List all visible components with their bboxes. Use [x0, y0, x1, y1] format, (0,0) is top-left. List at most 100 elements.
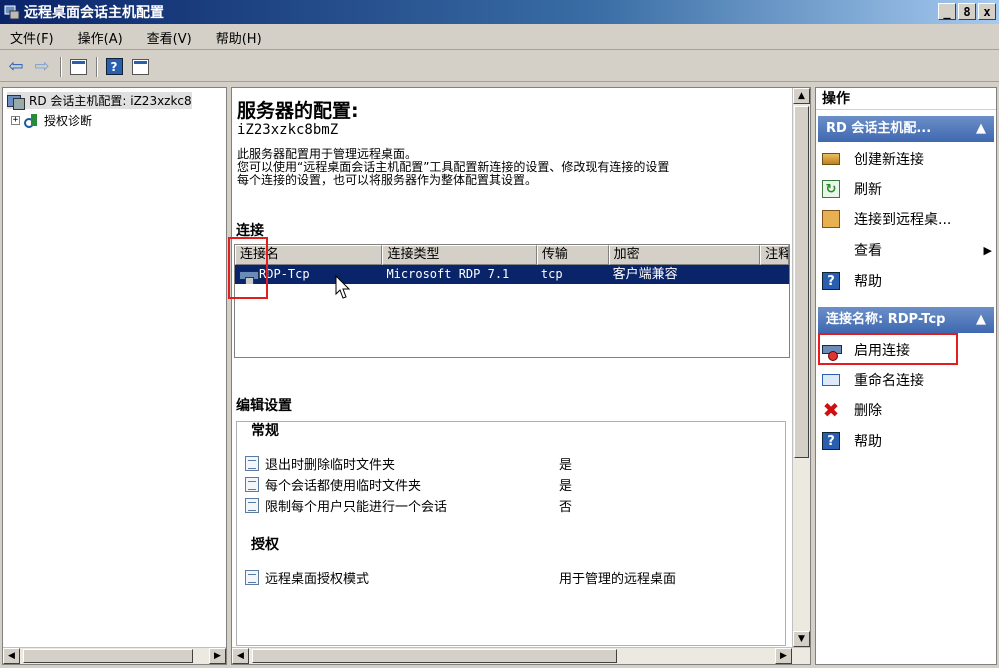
close-button[interactable]: x [978, 3, 996, 20]
setting-row[interactable]: 每个会话都使用临时文件夹 是 [245, 475, 765, 494]
menu-help[interactable]: 帮助(H) [212, 26, 266, 49]
action-label: 查看 [854, 243, 882, 259]
action-create-connection[interactable]: 创建新连接 [822, 149, 924, 169]
action-label: 重命名连接 [854, 373, 924, 389]
edit-settings-panel: 常规 退出时删除临时文件夹 是 每个会话都使用临时文件夹 是 限制每个用户只能进… [236, 421, 786, 646]
toolbar: ⇦ ⇨ ? [0, 52, 999, 82]
action-group-header-server[interactable]: RD 会话主机配... ▲ [818, 116, 994, 142]
console-tree-icon [69, 58, 87, 75]
action-pane-button[interactable] [128, 56, 152, 78]
forward-button[interactable]: ⇨ [30, 56, 54, 78]
setting-label: 退出时删除临时文件夹 [265, 458, 396, 473]
cell-type: Microsoft RDP 7.1 [386, 267, 510, 281]
server-icon [7, 93, 25, 110]
action-connect-remote[interactable]: 连接到远程桌... [822, 209, 951, 229]
menu-bar: 文件(F) 操作(A) 查看(V) 帮助(H) [0, 25, 999, 50]
mouse-cursor-icon [335, 275, 351, 299]
menu-action[interactable]: 操作(A) [74, 26, 127, 49]
cell-transport: tcp [540, 267, 563, 281]
action-view[interactable]: 查看 ▶ [822, 240, 992, 260]
menu-view[interactable]: 查看(V) [143, 26, 196, 49]
description-line: 每个连接的设置，也可以将服务器作为整体配置其设置。 [237, 173, 538, 187]
tree-root-node[interactable]: RD 会话主机配置: iZ23xzkc8 [7, 92, 192, 110]
action-rename-connection[interactable]: 重命名连接 [822, 370, 924, 390]
action-group-label: 连接名称: RDP-Tcp [826, 312, 946, 327]
action-help[interactable]: ? 帮助 [822, 271, 882, 291]
help-icon: ? [822, 272, 840, 290]
column-header-encryption[interactable]: 加密 [608, 245, 761, 265]
column-header-comment[interactable]: 注释 [760, 245, 789, 265]
scroll-thumb[interactable] [794, 106, 809, 458]
scroll-right-button[interactable]: ▶ [209, 648, 226, 664]
setting-row[interactable]: 限制每个用户只能进行一个会话 否 [245, 496, 765, 515]
help-icon: ? [105, 58, 123, 75]
setting-value: 用于管理的远程桌面 [559, 572, 677, 587]
property-icon [245, 498, 259, 513]
tree-node-licensing-diagnosis[interactable]: + 授权诊断 [11, 112, 92, 129]
rename-icon [822, 374, 840, 386]
tree-root-label: RD 会话主机配置: iZ23xzkc8 [29, 94, 192, 108]
setting-value: 否 [559, 500, 573, 515]
connections-table: 连接名 连接类型 传输 加密 注释 RDP-Tcp Microsoft RDP … [234, 244, 790, 358]
highlight-box-enable [818, 333, 958, 365]
scroll-thumb[interactable] [252, 649, 617, 663]
action-group-header-connection[interactable]: 连接名称: RDP-Tcp ▲ [818, 307, 994, 333]
submenu-arrow-icon: ▶ [983, 243, 992, 257]
help-icon: ? [822, 432, 840, 450]
column-header-type[interactable]: 连接类型 [382, 245, 537, 265]
actions-pane: 操作 RD 会话主机配... ▲ 创建新连接 ↻ 刷新 连接到远程桌... 查看… [815, 87, 997, 665]
maximize-button[interactable]: 8 [958, 3, 976, 20]
column-header-transport[interactable]: 传输 [536, 245, 609, 265]
action-help-connection[interactable]: ? 帮助 [822, 431, 882, 451]
scroll-thumb[interactable] [23, 649, 193, 663]
minimize-button[interactable]: _ [938, 3, 956, 20]
center-vertical-scrollbar[interactable]: ▲ ▼ [792, 88, 810, 647]
setting-row[interactable]: 远程桌面授权模式 用于管理的远程桌面 [245, 568, 765, 587]
highlight-box-connection [228, 237, 268, 299]
center-horizontal-scrollbar[interactable]: ◀ ▶ [232, 647, 810, 664]
action-label: 连接到远程桌... [854, 212, 952, 228]
action-label: 删除 [854, 403, 882, 419]
property-icon [245, 477, 259, 492]
help-toolbar-button[interactable]: ? [102, 56, 126, 78]
collapse-icon[interactable]: ▲ [976, 116, 986, 142]
setting-label: 限制每个用户只能进行一个会话 [265, 500, 448, 515]
scroll-left-button[interactable]: ◀ [3, 648, 20, 664]
main-window: 远程桌面会话主机配置 _ 8 x 文件(F) 操作(A) 查看(V) 帮助(H)… [0, 0, 999, 668]
action-delete[interactable]: ✖ 删除 [822, 398, 882, 422]
scroll-left-button[interactable]: ◀ [232, 648, 249, 664]
cell-comment [760, 265, 789, 284]
server-hostname: iZ23xzkc8bmZ [237, 122, 339, 138]
show-hide-tree-button[interactable] [66, 56, 90, 78]
property-icon [245, 456, 259, 471]
scroll-down-button[interactable]: ▼ [793, 631, 810, 647]
title-bar: 远程桌面会话主机配置 _ 8 x [0, 0, 999, 24]
scroll-up-button[interactable]: ▲ [793, 88, 810, 104]
action-label: 创建新连接 [854, 152, 924, 168]
back-button[interactable]: ⇦ [4, 56, 28, 78]
edit-settings-heading: 编辑设置 [236, 398, 292, 414]
scroll-right-button[interactable]: ▶ [775, 648, 792, 664]
licensing-heading: 授权 [251, 537, 279, 553]
table-row[interactable]: RDP-Tcp Microsoft RDP 7.1 tcp 客户端兼容 [235, 265, 789, 284]
left-horizontal-scrollbar[interactable]: ◀ ▶ [3, 647, 226, 664]
description: 此服务器配置用于管理远程桌面。 您可以使用“远程桌面会话主机配置”工具配置新连接… [237, 148, 669, 187]
expand-icon[interactable]: + [11, 116, 20, 125]
blank-icon [822, 241, 840, 259]
menu-file[interactable]: 文件(F) [6, 26, 58, 49]
refresh-icon: ↻ [822, 180, 840, 198]
setting-row[interactable]: 退出时删除临时文件夹 是 [245, 454, 765, 473]
window-title: 远程桌面会话主机配置 [24, 5, 164, 21]
console-tree-pane: RD 会话主机配置: iZ23xzkc8 + 授权诊断 ◀ ▶ [2, 87, 227, 665]
window-controls: _ 8 x [938, 3, 996, 20]
connect-remote-icon [822, 210, 840, 228]
results-pane: 服务器的配置: iZ23xzkc8bmZ 此服务器配置用于管理远程桌面。 您可以… [228, 87, 811, 665]
setting-label: 每个会话都使用临时文件夹 [265, 479, 422, 494]
actions-title: 操作 [816, 88, 996, 110]
collapse-icon[interactable]: ▲ [976, 307, 986, 333]
action-refresh[interactable]: ↻ 刷新 [822, 179, 882, 199]
action-label: 刷新 [854, 182, 882, 198]
general-heading: 常规 [251, 423, 279, 439]
property-icon [245, 570, 259, 585]
cell-encryption: 客户端兼容 [612, 267, 678, 282]
